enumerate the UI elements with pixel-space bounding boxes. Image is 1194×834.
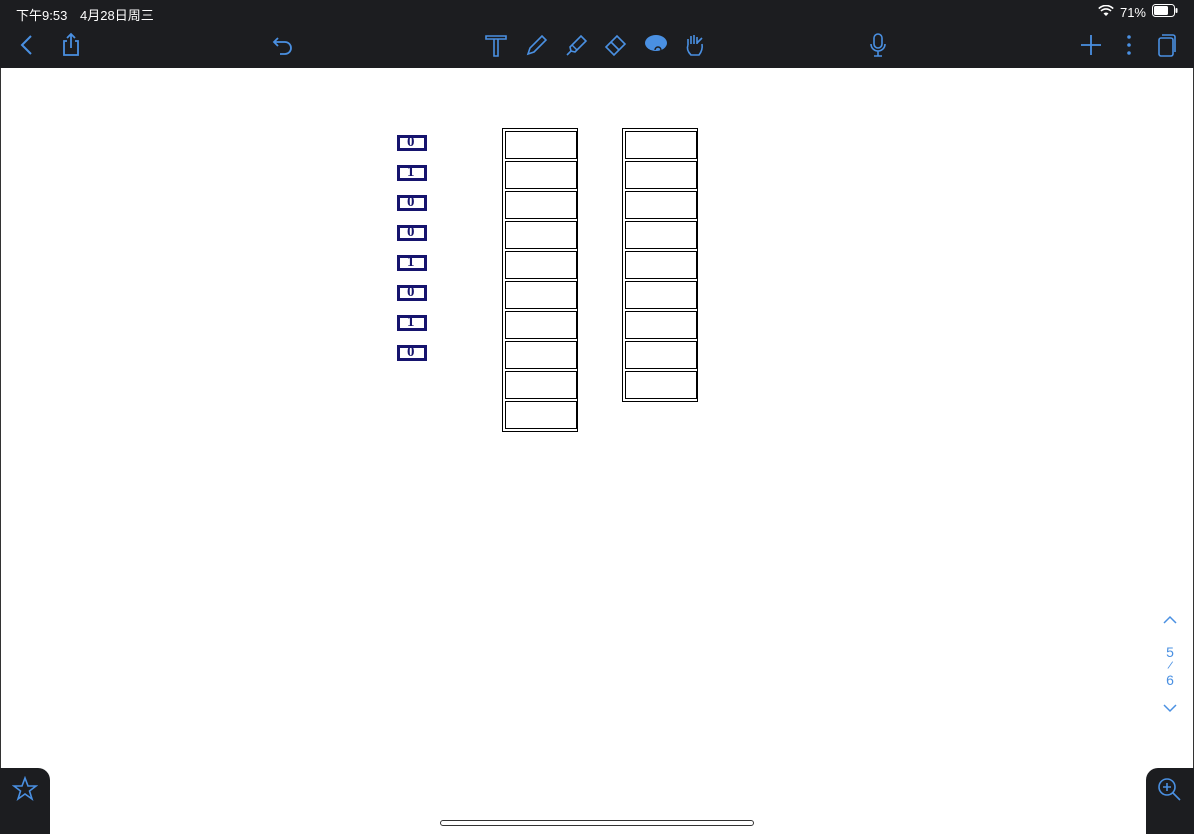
hand-icon[interactable]: [680, 30, 710, 60]
binary-digit: 0: [407, 134, 415, 150]
column-cell: [625, 131, 697, 159]
column-cell: [505, 401, 577, 429]
pen-icon[interactable]: [522, 30, 552, 60]
zoom-in-icon[interactable]: [1156, 776, 1182, 807]
column-cell: [625, 251, 697, 279]
column-cell: [505, 131, 577, 159]
page-navigator: 5 / 6: [1155, 612, 1185, 716]
column-cell: [505, 341, 577, 369]
more-icon[interactable]: [1114, 30, 1144, 60]
binary-cell: 1: [397, 164, 427, 181]
column-cell: [625, 281, 697, 309]
column-cell: [505, 161, 577, 189]
pages-icon[interactable]: [1152, 30, 1182, 60]
column-cell: [505, 371, 577, 399]
binary-digit: 0: [407, 224, 415, 240]
status-right: 71%: [1098, 4, 1178, 20]
binary-digit: 1: [407, 164, 415, 180]
column-cell: [505, 251, 577, 279]
battery-percent: 71%: [1119, 4, 1146, 20]
back-icon[interactable]: [12, 30, 42, 60]
page-up-icon[interactable]: [1155, 612, 1185, 634]
share-icon[interactable]: [56, 30, 86, 60]
memory-column-1: [502, 128, 578, 432]
highlighter-icon[interactable]: [562, 30, 592, 60]
column-cell: [505, 311, 577, 339]
column-cell: [505, 191, 577, 219]
binary-cell: 0: [397, 344, 427, 361]
binary-cell: 0: [397, 224, 427, 241]
binary-digit: 0: [407, 284, 415, 300]
page-down-icon[interactable]: [1155, 700, 1185, 716]
column-cell: [505, 221, 577, 249]
binary-cell: 1: [397, 254, 427, 271]
column-cell: [505, 281, 577, 309]
memory-column-2: [622, 128, 698, 402]
wifi-icon: [1098, 4, 1114, 20]
column-cell: [625, 161, 697, 189]
star-icon[interactable]: [11, 775, 39, 807]
text-tool-icon[interactable]: [481, 30, 511, 60]
status-date: 4月28日周三: [80, 8, 154, 23]
top-toolbar: 下午9:53 4月28日周三 71%: [0, 0, 1194, 68]
column-cell: [625, 371, 697, 399]
binary-digit: 1: [407, 254, 415, 270]
column-cell: [625, 191, 697, 219]
eraser-icon[interactable]: [601, 30, 631, 60]
status-time: 下午9:53: [16, 8, 68, 23]
add-icon[interactable]: [1076, 30, 1106, 60]
undo-icon[interactable]: [268, 30, 298, 60]
column-cell: [625, 311, 697, 339]
favorites-panel: [0, 768, 50, 834]
binary-cell: 0: [397, 134, 427, 151]
binary-cell: 0: [397, 284, 427, 301]
column-cell: [625, 341, 697, 369]
binary-digit: 0: [407, 344, 415, 360]
horizontal-scrollbar[interactable]: [440, 820, 754, 826]
binary-cell: 0: [397, 194, 427, 211]
column-cell: [625, 221, 697, 249]
binary-digit: 0: [407, 194, 415, 210]
zoom-panel: [1146, 768, 1194, 834]
battery-icon: [1152, 4, 1178, 20]
notebook-canvas[interactable]: [0, 68, 1194, 834]
binary-digit: 1: [407, 314, 415, 330]
lasso-icon[interactable]: [641, 30, 671, 60]
microphone-icon[interactable]: [863, 30, 893, 60]
binary-cell: 1: [397, 314, 427, 331]
